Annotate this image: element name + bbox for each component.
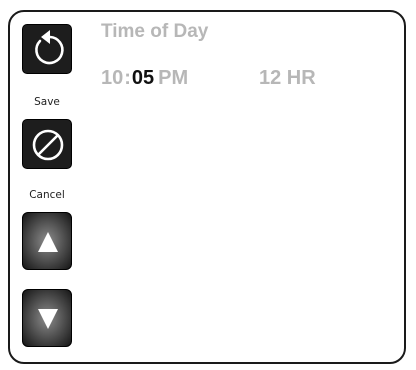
page-title: Time of Day xyxy=(101,21,209,42)
save-button[interactable] xyxy=(22,24,72,74)
triangle-down-icon xyxy=(38,309,58,329)
decrement-button[interactable] xyxy=(22,289,72,347)
cancel-button[interactable] xyxy=(22,119,72,169)
undo-arrow-icon xyxy=(35,30,64,65)
minutes-field[interactable]: 05 xyxy=(132,67,154,90)
cancel-label: Cancel xyxy=(29,189,65,201)
increment-button[interactable] xyxy=(22,212,72,270)
ampm-field[interactable]: PM xyxy=(158,67,188,90)
time-separator: : xyxy=(124,67,131,89)
time-display: 10:05 PM xyxy=(101,67,188,90)
cancel-circle-icon xyxy=(32,129,64,161)
save-label: Save xyxy=(34,96,60,108)
clock-format-field[interactable]: 12 HR xyxy=(259,67,316,90)
hour-field[interactable]: 10 xyxy=(101,67,123,90)
triangle-up-icon xyxy=(38,232,58,252)
